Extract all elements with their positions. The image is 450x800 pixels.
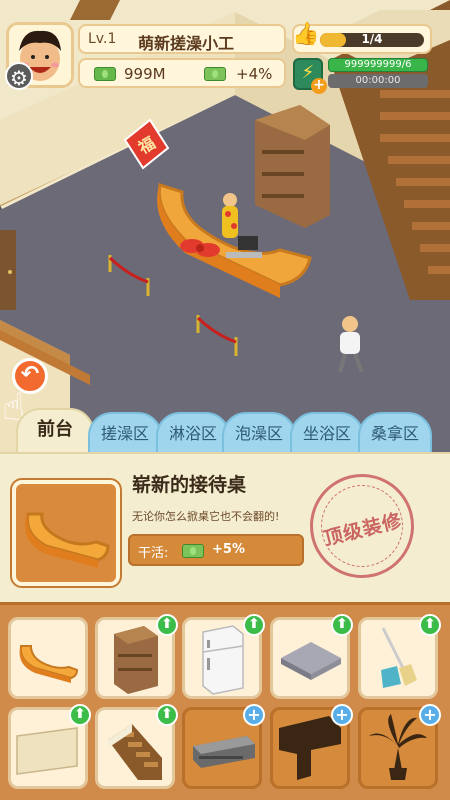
- player-title: 萌新搓澡小工: [138, 34, 235, 53]
- reception-desk-preview-icon: [24, 512, 110, 568]
- work-label: 干活:: [138, 546, 169, 561]
- upgrade-arrow-icon[interactable]: ⬆: [419, 614, 441, 636]
- item-name: 崭新的接待桌: [132, 474, 247, 496]
- item-cell-reception-desk[interactable]: [8, 617, 88, 699]
- progress-text: 1/4: [361, 32, 383, 46]
- item-grid: ⬆ ⬆ ⬆ ⬆ ⬆ ⬆ + + +: [0, 602, 450, 800]
- income-rate: +4%: [236, 65, 273, 83]
- money-bar: 999M +4%: [78, 58, 286, 88]
- item-cell-staircase[interactable]: ⬆: [95, 704, 178, 789]
- item-cell-broom-dustpan[interactable]: ⬆: [358, 614, 441, 699]
- player-level: Lv.1: [88, 31, 117, 47]
- item-cell-heater[interactable]: +: [182, 704, 265, 789]
- add-plus-icon[interactable]: +: [243, 704, 265, 726]
- upgrade-arrow-icon[interactable]: ⬆: [156, 614, 178, 636]
- item-description: 无论你怎么掀桌它也不会翻的!: [132, 510, 280, 523]
- item-detail-panel: 崭新的接待桌 无论你怎么掀桌它也不会翻的! 干活: +5% 顶级装修: [0, 452, 450, 602]
- energy-timer: 00:00:00: [328, 74, 428, 88]
- task-progress-bar[interactable]: 1/4 👍: [292, 22, 432, 54]
- upgrade-arrow-icon[interactable]: ⬆: [331, 614, 353, 636]
- energy-value: 999999999/6: [328, 58, 428, 72]
- add-energy-icon[interactable]: +: [311, 78, 327, 94]
- progress-track: 1/4: [320, 32, 424, 47]
- work-value: +5%: [212, 542, 245, 557]
- cash-growth-icon: [204, 67, 226, 81]
- player-info-bar: Lv.1 萌新搓澡小工: [78, 24, 286, 54]
- energy-bolt-icon[interactable]: ⚡ +: [293, 58, 327, 94]
- item-cell-wall-panel[interactable]: ⬆: [8, 704, 91, 789]
- reception-desk-icon: [19, 645, 79, 683]
- work-bonus-bar: 干活: +5%: [128, 534, 304, 566]
- thumbs-up-icon: 👍: [292, 22, 320, 47]
- item-cell-bookshelf[interactable]: ⬆: [95, 614, 178, 699]
- add-plus-icon[interactable]: +: [419, 704, 441, 726]
- settings-gear-icon[interactable]: ⚙: [5, 62, 33, 90]
- item-cell-palm-plant-silhouette[interactable]: +: [358, 704, 441, 789]
- item-cell-refrigerator[interactable]: ⬆: [182, 614, 265, 699]
- item-preview: [12, 480, 120, 586]
- cash-growth-icon: [182, 544, 204, 558]
- cash-icon: [94, 67, 116, 81]
- upgrade-arrow-icon[interactable]: ⬆: [243, 614, 265, 636]
- top-decoration-stamp: 顶级装修: [298, 462, 426, 590]
- upgrade-arrow-icon[interactable]: ⬆: [156, 704, 178, 726]
- item-cell-floor-mat[interactable]: ⬆: [270, 614, 353, 699]
- area-tabs: 前台 搓澡区 淋浴区 泡澡区 坐浴区 桑拿区: [0, 408, 450, 460]
- money-value: 999M: [124, 65, 166, 83]
- add-plus-icon[interactable]: +: [331, 704, 353, 726]
- item-cell-sofa-silhouette[interactable]: +: [270, 704, 353, 789]
- upgrade-arrow-icon[interactable]: ⬆: [69, 704, 91, 726]
